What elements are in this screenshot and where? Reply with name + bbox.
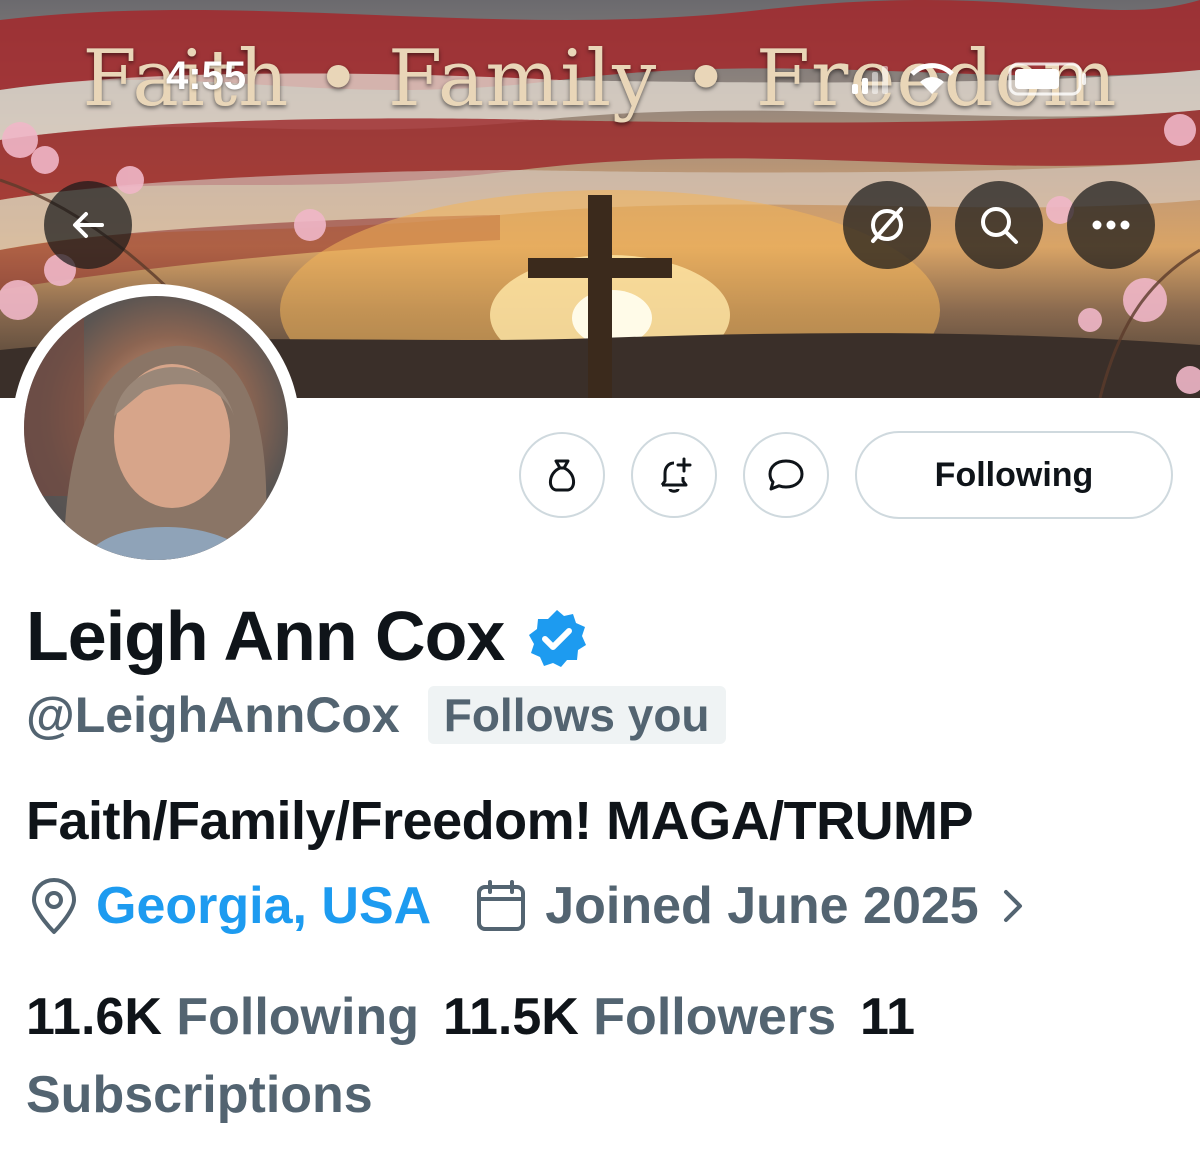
location-pin-icon — [32, 878, 76, 934]
status-icons — [850, 58, 1090, 98]
profile-stats: 11.6K Following 11.5K Followers 11 Subscri… — [26, 978, 1026, 1134]
grok-icon — [871, 207, 903, 243]
calendar-icon — [477, 880, 526, 931]
message-button[interactable] — [743, 432, 829, 518]
following-stat[interactable]: 11.6K Following — [26, 988, 419, 1046]
avatar-image — [24, 296, 288, 560]
follows-you-badge: Follows you — [427, 686, 726, 744]
display-name: Leigh Ann Cox — [26, 597, 505, 675]
more-icon — [1092, 220, 1130, 230]
bell-plus-icon — [660, 457, 692, 493]
followers-label: Followers — [593, 988, 837, 1046]
joined-text: Joined June 2025 — [545, 877, 979, 935]
more-button[interactable] — [1067, 181, 1155, 269]
subscriptions-label: Subscriptions — [26, 1066, 373, 1124]
signal-wifi-battery-icon — [852, 62, 1086, 96]
followers-count: 11.5K — [442, 988, 579, 1046]
back-arrow-icon — [73, 212, 104, 238]
search-button[interactable] — [955, 181, 1043, 269]
profile-bio: Faith/Family/Freedom! MAGA/TRUMP — [26, 791, 974, 851]
chevron-right-icon — [1003, 890, 1022, 922]
money-bag-icon — [549, 459, 575, 492]
search-icon — [981, 207, 1018, 244]
tip-button[interactable] — [519, 432, 605, 518]
joined-date[interactable]: Joined June 2025 — [473, 876, 1025, 936]
location-link[interactable]: Georgia, USA — [96, 876, 431, 936]
following-button[interactable]: Following — [855, 431, 1173, 519]
handle-row: @LeighAnnCox Follows you — [26, 686, 726, 744]
grok-button[interactable] — [843, 181, 931, 269]
avatar[interactable] — [12, 284, 300, 572]
back-button[interactable] — [44, 181, 132, 269]
verified-badge-icon[interactable] — [526, 608, 588, 670]
following-count: 11.6K — [26, 988, 162, 1046]
following-label: Following — [176, 988, 419, 1046]
name-row: Leigh Ann Cox — [26, 596, 588, 676]
profile-meta: Georgia, USA Joined June 2025 — [26, 876, 1025, 936]
username-handle: @LeighAnnCox — [26, 687, 400, 743]
followers-stat[interactable]: 11.5K Followers — [443, 988, 836, 1046]
notify-button[interactable] — [631, 432, 717, 518]
message-bubble-icon — [768, 459, 804, 491]
avatar-portrait — [24, 296, 267, 560]
subscriptions-count: 11 — [860, 988, 915, 1046]
status-time: 4:55 — [166, 54, 247, 98]
